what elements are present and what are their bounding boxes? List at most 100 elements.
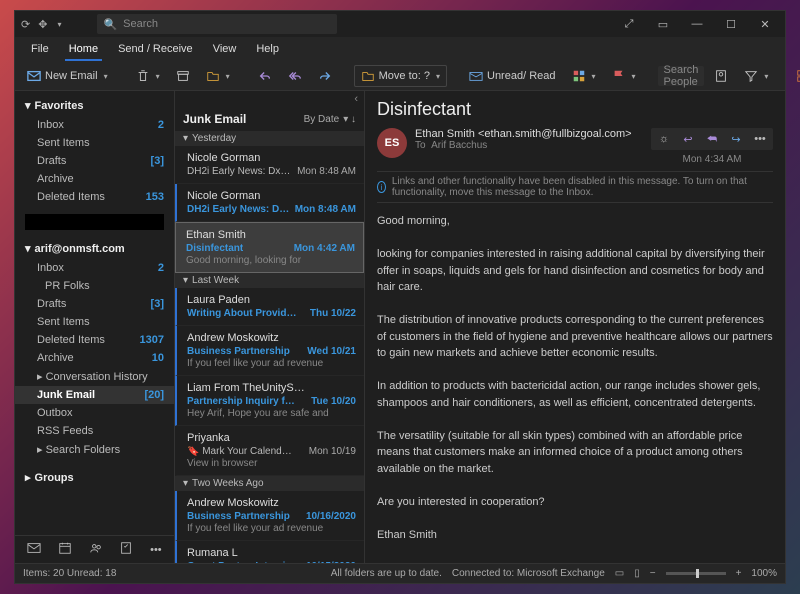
reply-all-button[interactable] <box>282 66 308 86</box>
message-subject: DH2i Early News: DxOdyssey f… <box>187 166 297 177</box>
nav-item[interactable]: Sent Items <box>15 313 174 331</box>
message-from: Priyanka <box>187 432 356 444</box>
addin-button[interactable] <box>790 66 800 86</box>
archive-button[interactable] <box>170 66 196 86</box>
search-box[interactable]: 🔍 Search <box>97 14 337 34</box>
nav-item[interactable]: Deleted Items1307 <box>15 331 174 349</box>
message-item[interactable]: Liam From TheUnityS… Partnership Inquiry… <box>175 376 364 426</box>
view-reading-icon[interactable]: ▯ <box>634 568 640 579</box>
ribbon-display-icon[interactable]: ⤢ <box>615 14 643 34</box>
message-item[interactable]: Nicole Gorman DH2i Early News: DxOdysse…… <box>175 184 364 222</box>
nav-item[interactable]: ▸ Conversation History <box>15 367 174 386</box>
reply-button[interactable] <box>252 66 278 86</box>
chevron-right-icon: ▸ <box>25 471 31 484</box>
zoom-out-icon[interactable]: − <box>650 568 656 579</box>
nav-item[interactable]: Drafts[3] <box>15 152 174 170</box>
message-date: Mon 4:42 AM <box>294 243 355 254</box>
date-group-header[interactable]: ▾Two Weeks Ago <box>175 476 364 491</box>
move-to-label: Move to: ? <box>379 70 430 82</box>
minimize-button[interactable]: — <box>683 14 711 34</box>
message-subject: Guest Post or Interview opp… <box>187 561 297 563</box>
message-item[interactable]: Laura Paden Writing About Providing To…T… <box>175 288 364 326</box>
nav-bottom-bar: ••• <box>15 535 174 563</box>
collapse-icon[interactable]: ‹ <box>354 93 358 105</box>
nav-item[interactable]: Archive10 <box>15 349 174 367</box>
nav-item[interactable]: ▸ Search Folders <box>15 440 174 459</box>
reply-icon[interactable]: ↩ <box>677 130 699 148</box>
menu-view[interactable]: View <box>203 37 247 61</box>
delete-button[interactable] <box>130 66 166 86</box>
mail-view-icon[interactable] <box>27 541 41 558</box>
outlook-window: ⟳ ✥ 🔍 Search ⤢ ▭ — ☐ ✕ File Home Send / … <box>14 10 786 584</box>
date-group-header[interactable]: ▾ Last Week <box>175 273 364 288</box>
chevron-down-icon: ▾ <box>25 242 31 255</box>
coming-soon-icon[interactable]: ▭ <box>649 14 677 34</box>
nav-item[interactable]: Drafts[3] <box>15 295 174 313</box>
search-people-input[interactable]: Search People <box>658 66 705 86</box>
nav-more-icon[interactable]: ••• <box>150 544 162 556</box>
close-button[interactable]: ✕ <box>751 14 779 34</box>
menu-sendreceive[interactable]: Send / Receive <box>108 37 203 61</box>
nav-item-count: 10 <box>152 352 164 364</box>
reply-all-icon <box>288 69 302 83</box>
reply-all-icon[interactable]: ⮪ <box>701 130 723 148</box>
nav-item[interactable]: RSS Feeds <box>15 422 174 440</box>
nav-item[interactable]: Deleted Items153 <box>15 188 174 206</box>
nav-item-count: [3] <box>151 298 164 310</box>
menu-file[interactable]: File <box>21 37 59 61</box>
move-button[interactable] <box>200 66 236 86</box>
menu-home[interactable]: Home <box>59 37 108 61</box>
message-item[interactable]: Rumana L Guest Post or Interview opp…10/… <box>175 541 364 563</box>
date-group-header[interactable]: ▾Yesterday <box>175 131 364 146</box>
message-item[interactable]: Andrew Moskowitz Business PartnershipWed… <box>175 326 364 376</box>
nav-item[interactable]: Outbox <box>15 404 174 422</box>
calendar-view-icon[interactable] <box>58 541 72 558</box>
filter-button[interactable] <box>738 66 774 86</box>
archive-icon <box>176 69 190 83</box>
message-item[interactable]: Andrew Moskowitz Business Partnership10/… <box>175 491 364 541</box>
nav-item[interactable]: PR Folks <box>15 277 174 295</box>
nav-item[interactable]: Archive <box>15 170 174 188</box>
move-to-dropdown[interactable]: Move to: ? <box>354 65 447 87</box>
people-view-icon[interactable] <box>89 541 103 558</box>
main-area: ▾Favorites Inbox2Sent ItemsDrafts[3]Arch… <box>15 91 785 563</box>
new-email-label: New Email <box>45 70 98 82</box>
like-icon[interactable]: ☼ <box>653 130 675 148</box>
sendall-icon[interactable]: ✥ <box>38 18 47 31</box>
zoom-slider[interactable] <box>666 572 726 575</box>
group-label: Last Week <box>192 275 239 286</box>
message-date: Wed 10/21 <box>307 346 356 357</box>
message-item[interactable]: Priyanka 🔖 Mark Your Calendars to M…Mon … <box>175 426 364 476</box>
menu-help[interactable]: Help <box>246 37 289 61</box>
categorize-button[interactable] <box>566 66 602 86</box>
message-item[interactable]: Ethan Smith DisinfectantMon 4:42 AM Good… <box>175 222 364 273</box>
forward-button[interactable] <box>312 66 338 86</box>
chevron-down-icon <box>762 70 768 82</box>
groups-header[interactable]: ▸Groups <box>15 467 174 488</box>
flag-button[interactable] <box>606 66 642 86</box>
account-header[interactable]: ▾arif@onmsft.com <box>15 238 174 259</box>
new-email-button[interactable]: New Email <box>21 66 114 86</box>
sort-dropdown[interactable]: By Date ▾ ↓ <box>304 114 356 125</box>
unread-read-button[interactable]: Unread/ Read <box>463 66 562 86</box>
zoom-in-icon[interactable]: + <box>736 568 742 579</box>
message-item[interactable]: Nicole Gorman DH2i Early News: DxOdyssey… <box>175 146 364 184</box>
folder-move-icon <box>206 69 220 83</box>
sync-icon[interactable]: ⟳ <box>21 18 30 31</box>
nav-item[interactable]: Junk Email[20] <box>15 386 174 404</box>
favorites-header[interactable]: ▾Favorites <box>15 95 174 116</box>
nav-item[interactable]: Inbox2 <box>15 259 174 277</box>
forward-icon[interactable]: ↪ <box>725 130 747 148</box>
nav-item-label: ▸ Conversation History <box>37 370 148 383</box>
message-subject: Partnership Inquiry for Arif. <box>187 396 297 407</box>
view-normal-icon[interactable]: ▭ <box>615 568 624 579</box>
address-book-button[interactable] <box>708 66 734 86</box>
nav-item[interactable]: Inbox2 <box>15 116 174 134</box>
more-actions-icon[interactable]: ••• <box>749 130 771 148</box>
trash-icon <box>136 69 150 83</box>
todo-view-icon[interactable] <box>119 541 133 558</box>
maximize-button[interactable]: ☐ <box>717 14 745 34</box>
qa-more[interactable] <box>55 18 61 31</box>
chevron-down-icon: ▾ <box>183 275 188 286</box>
nav-item[interactable]: Sent Items <box>15 134 174 152</box>
